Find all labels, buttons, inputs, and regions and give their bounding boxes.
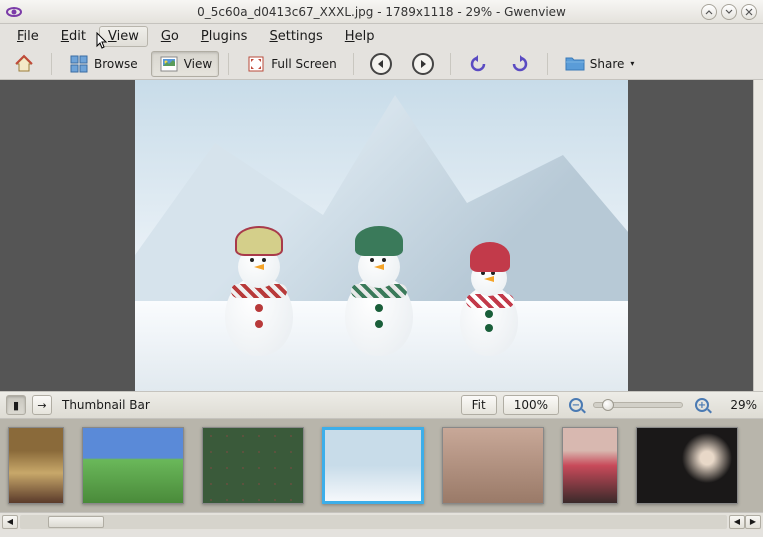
sidebar-handle[interactable]	[753, 80, 763, 391]
view-label: View	[184, 57, 212, 71]
share-button[interactable]: Share ▾	[557, 51, 642, 77]
prev-icon	[370, 53, 392, 75]
thumbnail-6[interactable]	[636, 427, 738, 504]
close-button[interactable]	[741, 4, 757, 20]
rotate-left-icon	[467, 53, 489, 75]
menu-help[interactable]: Help	[336, 26, 384, 47]
rotate-left-button[interactable]	[460, 51, 496, 77]
thumbnail-strip	[0, 419, 763, 512]
minimize-button[interactable]	[701, 4, 717, 20]
next-button[interactable]	[405, 51, 441, 77]
thumbnail-scrollbar: ◀ ◀ ▶	[0, 512, 763, 530]
thumbnail-5[interactable]	[562, 427, 618, 504]
scroll-thumb[interactable]	[48, 516, 104, 528]
menu-go[interactable]: Go	[152, 26, 188, 47]
zoom-percent-label: 29%	[721, 398, 757, 412]
100-percent-button[interactable]: 100%	[503, 395, 559, 415]
toolbar: Browse View Full Screen Share ▾	[0, 48, 763, 80]
home-icon	[13, 53, 35, 75]
thumbnail-0[interactable]	[8, 427, 64, 504]
scroll-left2-button[interactable]: ◀	[729, 515, 745, 529]
browse-icon	[68, 53, 90, 75]
window-title: 0_5c60a_d0413c67_XXXL.jpg - 1789x1118 - …	[197, 5, 566, 19]
app-icon	[6, 4, 22, 20]
thumbnail-2[interactable]	[202, 427, 304, 504]
browse-label: Browse	[94, 57, 138, 71]
menu-file[interactable]: File	[8, 26, 48, 47]
thumbnail-3[interactable]	[322, 427, 424, 504]
fullscreen-label: Full Screen	[271, 57, 337, 71]
image-viewer[interactable]	[0, 80, 763, 391]
view-icon	[158, 53, 180, 75]
menu-edit[interactable]: Edit	[52, 26, 95, 47]
titlebar: 0_5c60a_d0413c67_XXXL.jpg - 1789x1118 - …	[0, 0, 763, 24]
fullscreen-icon	[245, 53, 267, 75]
slider-thumb[interactable]	[602, 399, 614, 411]
share-label: Share	[590, 57, 625, 71]
zoom-slider[interactable]	[593, 402, 683, 408]
zoom-in-icon[interactable]: +	[695, 398, 709, 412]
scroll-left-button[interactable]: ◀	[2, 515, 18, 529]
displayed-image	[135, 80, 628, 391]
maximize-button[interactable]	[721, 4, 737, 20]
rotate-right-icon	[509, 53, 531, 75]
prev-button[interactable]	[363, 51, 399, 77]
control-bar: ▮ → Thumbnail Bar Fit 100% − + 29%	[0, 391, 763, 419]
thumbnail-4[interactable]	[442, 427, 544, 504]
scroll-right-button[interactable]: ▶	[745, 515, 761, 529]
menu-view[interactable]: View	[99, 26, 148, 47]
folder-icon	[564, 53, 586, 75]
home-button[interactable]	[6, 51, 42, 77]
fit-button[interactable]: Fit	[461, 395, 497, 415]
chevron-down-icon: ▾	[630, 59, 634, 68]
expand-button[interactable]: →	[32, 395, 52, 415]
scroll-track[interactable]	[20, 515, 727, 529]
menu-plugins[interactable]: Plugins	[192, 26, 257, 47]
zoom-out-icon[interactable]: −	[569, 398, 583, 412]
menubar: File Edit View Go Plugins Settings Help	[0, 24, 763, 48]
browse-button[interactable]: Browse	[61, 51, 145, 77]
menu-settings[interactable]: Settings	[260, 26, 331, 47]
fullscreen-button[interactable]: Full Screen	[238, 51, 344, 77]
thumbnail-bar-label: Thumbnail Bar	[62, 398, 150, 412]
thumbnail-1[interactable]	[82, 427, 184, 504]
rotate-right-button[interactable]	[502, 51, 538, 77]
view-button[interactable]: View	[151, 51, 219, 77]
pin-button[interactable]: ▮	[6, 395, 26, 415]
next-icon	[412, 53, 434, 75]
